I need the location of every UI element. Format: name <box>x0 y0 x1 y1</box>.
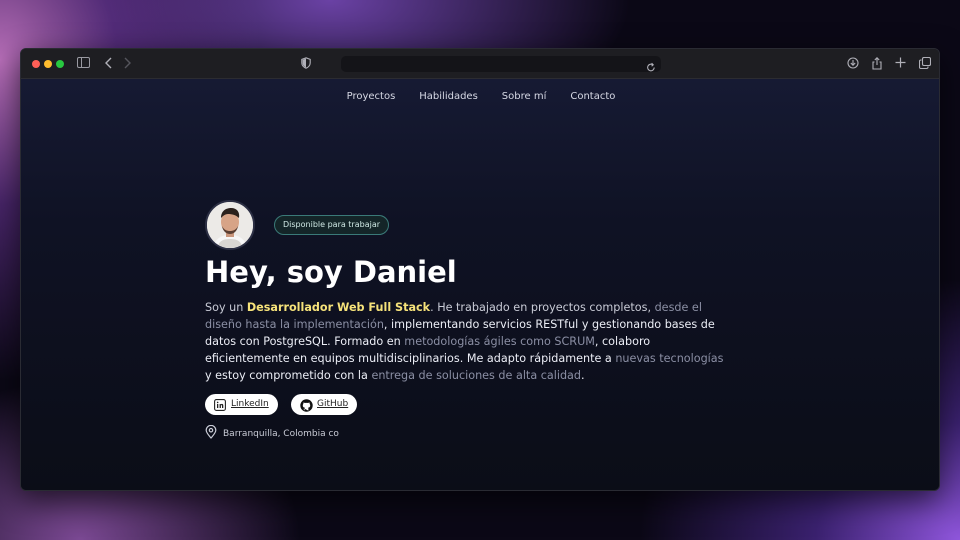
location-text: Barranquilla, Colombia co <box>223 428 339 439</box>
bio-text: Soy un <box>205 301 247 314</box>
page-title: Hey, soy Daniel <box>205 255 457 289</box>
bio-paragraph: Soy un Desarrollador Web Full Stack. He … <box>205 299 725 384</box>
sidebar-toggle-icon[interactable] <box>77 57 90 72</box>
nav-item-habilidades[interactable]: Habilidades <box>419 91 478 102</box>
bio-highlight-tech: nuevas tecnologías <box>615 352 724 365</box>
location: Barranquilla, Colombia co <box>205 424 339 442</box>
github-icon <box>300 398 313 412</box>
bio-text: . He trabajado en proyectos completos, <box>430 301 655 314</box>
minimize-window-button[interactable] <box>44 60 52 68</box>
linkedin-button[interactable]: LinkedIn <box>205 394 278 415</box>
back-icon[interactable] <box>105 57 113 73</box>
nav-item-proyectos[interactable]: Proyectos <box>347 91 396 102</box>
tab-overview-icon[interactable] <box>918 56 932 73</box>
nav-item-contacto[interactable]: Contacto <box>570 91 615 102</box>
address-bar[interactable] <box>341 56 661 72</box>
linkedin-icon <box>214 398 226 411</box>
browser-titlebar <box>21 49 939 79</box>
reload-icon[interactable] <box>646 58 656 77</box>
nav-item-sobre-mi[interactable]: Sobre mí <box>502 91 547 102</box>
bio-highlight-methodology: metodologías ágiles como SCRUM <box>404 335 595 348</box>
bio-text: y estoy comprometido con la <box>205 369 372 382</box>
downloads-icon[interactable] <box>847 57 859 73</box>
map-pin-icon <box>205 424 217 442</box>
availability-badge: Disponible para trabajar <box>274 215 390 235</box>
share-icon[interactable] <box>871 57 883 74</box>
bio-text: . <box>581 369 585 382</box>
main-nav: Proyectos Habilidades Sobre mí Contacto <box>21 91 939 102</box>
github-label: GitHub <box>317 399 349 409</box>
close-window-button[interactable] <box>32 60 40 68</box>
privacy-shield-icon[interactable] <box>301 57 311 73</box>
zoom-window-button[interactable] <box>56 60 64 68</box>
bio-highlight-quality: entrega de soluciones de alta calidad <box>371 369 582 382</box>
browser-window: Proyectos Habilidades Sobre mí Contacto … <box>20 48 940 491</box>
bio-highlight-role: Desarrollador Web Full Stack <box>246 301 431 314</box>
portfolio-page: Proyectos Habilidades Sobre mí Contacto … <box>21 79 939 490</box>
avatar <box>205 200 255 250</box>
new-tab-icon[interactable] <box>895 57 906 72</box>
forward-icon[interactable] <box>123 57 131 73</box>
github-button[interactable]: GitHub <box>291 394 358 415</box>
linkedin-label: LinkedIn <box>231 399 269 409</box>
